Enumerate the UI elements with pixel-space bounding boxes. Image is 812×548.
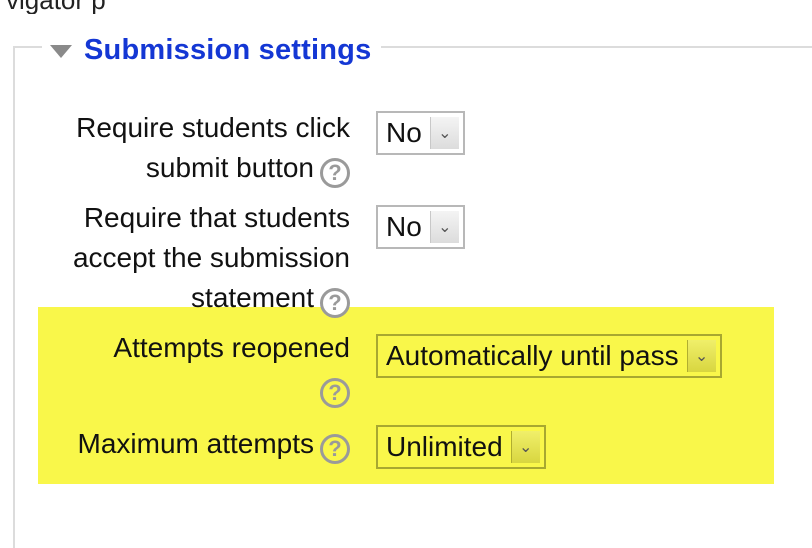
label-line: Maximum attempts <box>77 428 315 459</box>
max-attempts-label: Maximum attempts? <box>77 424 350 464</box>
chevron-down-icon[interactable]: ⌄ <box>686 340 716 372</box>
label-line: Require that students <box>83 202 350 233</box>
chevron-down-icon[interactable]: ⌄ <box>510 431 540 463</box>
select-value: Unlimited <box>386 431 503 462</box>
chevron-down-icon[interactable]: ⌄ <box>429 211 459 243</box>
chevron-down-icon[interactable]: ⌄ <box>429 117 459 149</box>
require-submit-label: Require students click submit button? <box>76 108 350 188</box>
label-line: Require students click <box>76 112 350 143</box>
help-icon[interactable]: ? <box>320 434 350 464</box>
attempts-reopened-select[interactable]: Automatically until pass ⌄ <box>376 334 722 378</box>
select-value: No <box>386 117 422 148</box>
cropped-text: vigator p <box>6 0 106 14</box>
section-header[interactable]: Submission settings <box>42 30 382 70</box>
select-value: Automatically until pass <box>386 340 679 371</box>
require-submit-select[interactable]: No ⌄ <box>376 111 465 155</box>
label-line: submit button <box>145 152 314 183</box>
label-line: Attempts reopened <box>113 332 350 363</box>
attempts-reopened-label: Attempts reopened ? <box>113 328 350 408</box>
require-statement-select[interactable]: No ⌄ <box>376 205 465 249</box>
help-icon[interactable]: ? <box>320 378 350 408</box>
triangle-down-icon[interactable] <box>50 44 72 58</box>
help-icon[interactable]: ? <box>320 158 350 188</box>
require-statement-label: Require that students accept the submiss… <box>73 198 350 318</box>
help-icon[interactable]: ? <box>320 288 350 318</box>
select-value: No <box>386 211 422 242</box>
label-line: statement <box>191 282 314 313</box>
cropped-top-text: vigator p <box>0 0 812 14</box>
section-title[interactable]: Submission settings <box>84 34 371 67</box>
max-attempts-select[interactable]: Unlimited ⌄ <box>376 425 546 469</box>
label-line: accept the submission <box>72 242 350 273</box>
